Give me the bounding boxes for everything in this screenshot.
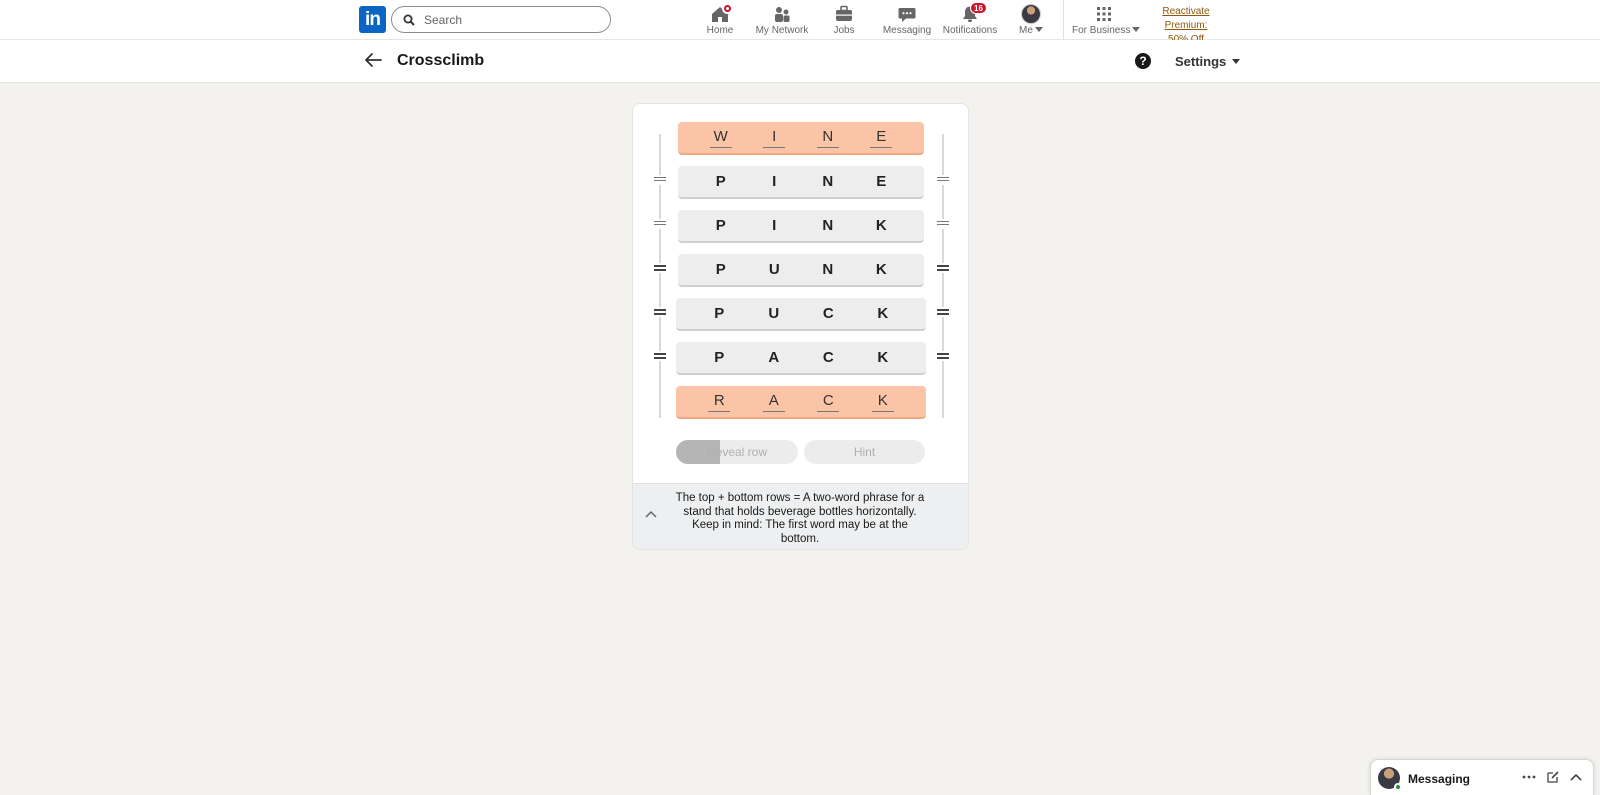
letter-tile: K	[871, 392, 894, 412]
nav-divider	[1063, 0, 1064, 40]
nav-my-network[interactable]: My Network	[752, 4, 812, 38]
hint-button[interactable]: Hint	[804, 440, 925, 464]
messaging-overlay[interactable]: Messaging	[1370, 759, 1594, 795]
messaging-label: Messaging	[1408, 772, 1471, 786]
drag-handle-icon[interactable]	[937, 307, 949, 317]
game-header: Crossclimb ? Settings	[0, 40, 1600, 83]
drag-handle-icon[interactable]	[654, 175, 666, 185]
letter-tile: E	[876, 172, 887, 190]
linkedin-logo[interactable]: in	[359, 6, 386, 33]
help-icon[interactable]: ?	[1135, 53, 1151, 69]
word-row[interactable]: PINK	[678, 210, 924, 243]
nav-for-business-label: For Business	[1072, 25, 1131, 36]
drag-handle-icon[interactable]	[937, 219, 949, 229]
drag-handle-icon[interactable]	[654, 307, 666, 317]
online-status-dot	[1394, 783, 1402, 791]
reveal-row-label: Reveal row	[706, 445, 768, 459]
search-input[interactable]	[424, 10, 604, 29]
drag-handle-icon[interactable]	[937, 175, 949, 185]
chevron-up-icon[interactable]	[1569, 772, 1583, 782]
nav-my-network-label: My Network	[755, 25, 809, 36]
drag-handle-icon[interactable]	[654, 351, 666, 361]
letter-tile: A	[768, 348, 780, 366]
letter-tile: U	[768, 260, 780, 278]
nav-notifications-label: Notifications	[942, 25, 998, 36]
locked-word-row: RACK	[676, 386, 926, 419]
letter-tile: P	[715, 172, 726, 190]
drag-handle-icon[interactable]	[937, 351, 949, 361]
letter-tile: I	[763, 128, 786, 148]
drag-handle-icon[interactable]	[654, 219, 666, 229]
chevron-up-icon[interactable]	[645, 510, 657, 518]
letter-tile: P	[714, 304, 725, 322]
letter-tile: P	[714, 348, 725, 366]
caret-down-icon	[1034, 27, 1043, 32]
letter-tile: K	[875, 216, 887, 234]
letter-tile: P	[715, 216, 726, 234]
crossclimb-board: WINEPINEPINKPUNKPUCKPACKRACK Reveal row …	[632, 103, 969, 550]
nav-notifications[interactable]: 16 Notifications	[942, 2, 998, 38]
locked-word-row: WINE	[678, 122, 924, 155]
page-title: Crossclimb	[397, 52, 485, 69]
word-row[interactable]: PUNK	[678, 254, 924, 287]
drag-handle-icon[interactable]	[654, 263, 666, 273]
word-row[interactable]: PINE	[678, 166, 924, 199]
hint-label: Hint	[853, 445, 876, 459]
notifications-badge: 16	[970, 2, 987, 14]
nav-jobs[interactable]: Jobs	[824, 4, 864, 38]
briefcase-icon	[836, 5, 852, 21]
reveal-row-button[interactable]: Reveal row	[676, 440, 798, 464]
clue-text: The top + bottom rows = A two-word phras…	[675, 492, 925, 545]
letter-tile: N	[822, 260, 834, 278]
back-arrow-icon[interactable]	[364, 52, 382, 68]
chat-icon	[898, 8, 916, 22]
notification-dot	[722, 3, 733, 14]
compose-icon[interactable]	[1546, 770, 1560, 784]
nav-me[interactable]: Me	[1016, 4, 1046, 38]
letter-tile: U	[768, 304, 780, 322]
nav-messaging[interactable]: Messaging	[880, 4, 934, 38]
word-row[interactable]: PUCK	[676, 298, 926, 331]
letter-tile: I	[772, 216, 777, 234]
letter-tile: K	[877, 348, 889, 366]
letter-tile: N	[816, 128, 839, 148]
grid-icon	[1097, 7, 1111, 21]
letter-tile: P	[715, 260, 726, 278]
caret-down-icon	[1232, 59, 1241, 64]
nav-me-label: Me	[1019, 25, 1033, 36]
letter-tile: K	[875, 260, 887, 278]
nav-jobs-label: Jobs	[833, 25, 855, 36]
settings-dropdown[interactable]: Settings	[1175, 54, 1241, 69]
letter-tile: N	[822, 172, 834, 190]
letter-tile: C	[817, 392, 840, 412]
letter-tile: E	[870, 128, 893, 148]
settings-label: Settings	[1175, 54, 1227, 69]
people-icon	[775, 7, 790, 22]
premium-line-1: Reactivate Premium:	[1162, 6, 1210, 31]
letter-tile: N	[822, 216, 834, 234]
letter-tile: C	[822, 304, 834, 322]
search-box[interactable]	[391, 6, 611, 33]
letter-tile: W	[709, 128, 732, 148]
letter-tile: C	[822, 348, 834, 366]
clue-panel: The top + bottom rows = A two-word phras…	[633, 483, 968, 549]
letter-tile: A	[762, 392, 785, 412]
nav-home-label: Home	[706, 25, 734, 36]
letter-tile: K	[877, 304, 889, 322]
nav-messaging-label: Messaging	[882, 25, 932, 36]
letter-tile: R	[708, 392, 731, 412]
letter-tile: I	[772, 172, 777, 190]
nav-home[interactable]: Home	[700, 3, 740, 38]
global-nav: in Home My Network Jobs Messaging 16	[0, 0, 1600, 45]
nav-for-business[interactable]: For Business	[1072, 4, 1141, 38]
drag-handle-icon[interactable]	[937, 263, 949, 273]
more-options-icon[interactable]	[1522, 775, 1536, 779]
search-icon	[403, 14, 415, 26]
avatar	[1021, 4, 1041, 24]
word-row[interactable]: PACK	[676, 342, 926, 375]
